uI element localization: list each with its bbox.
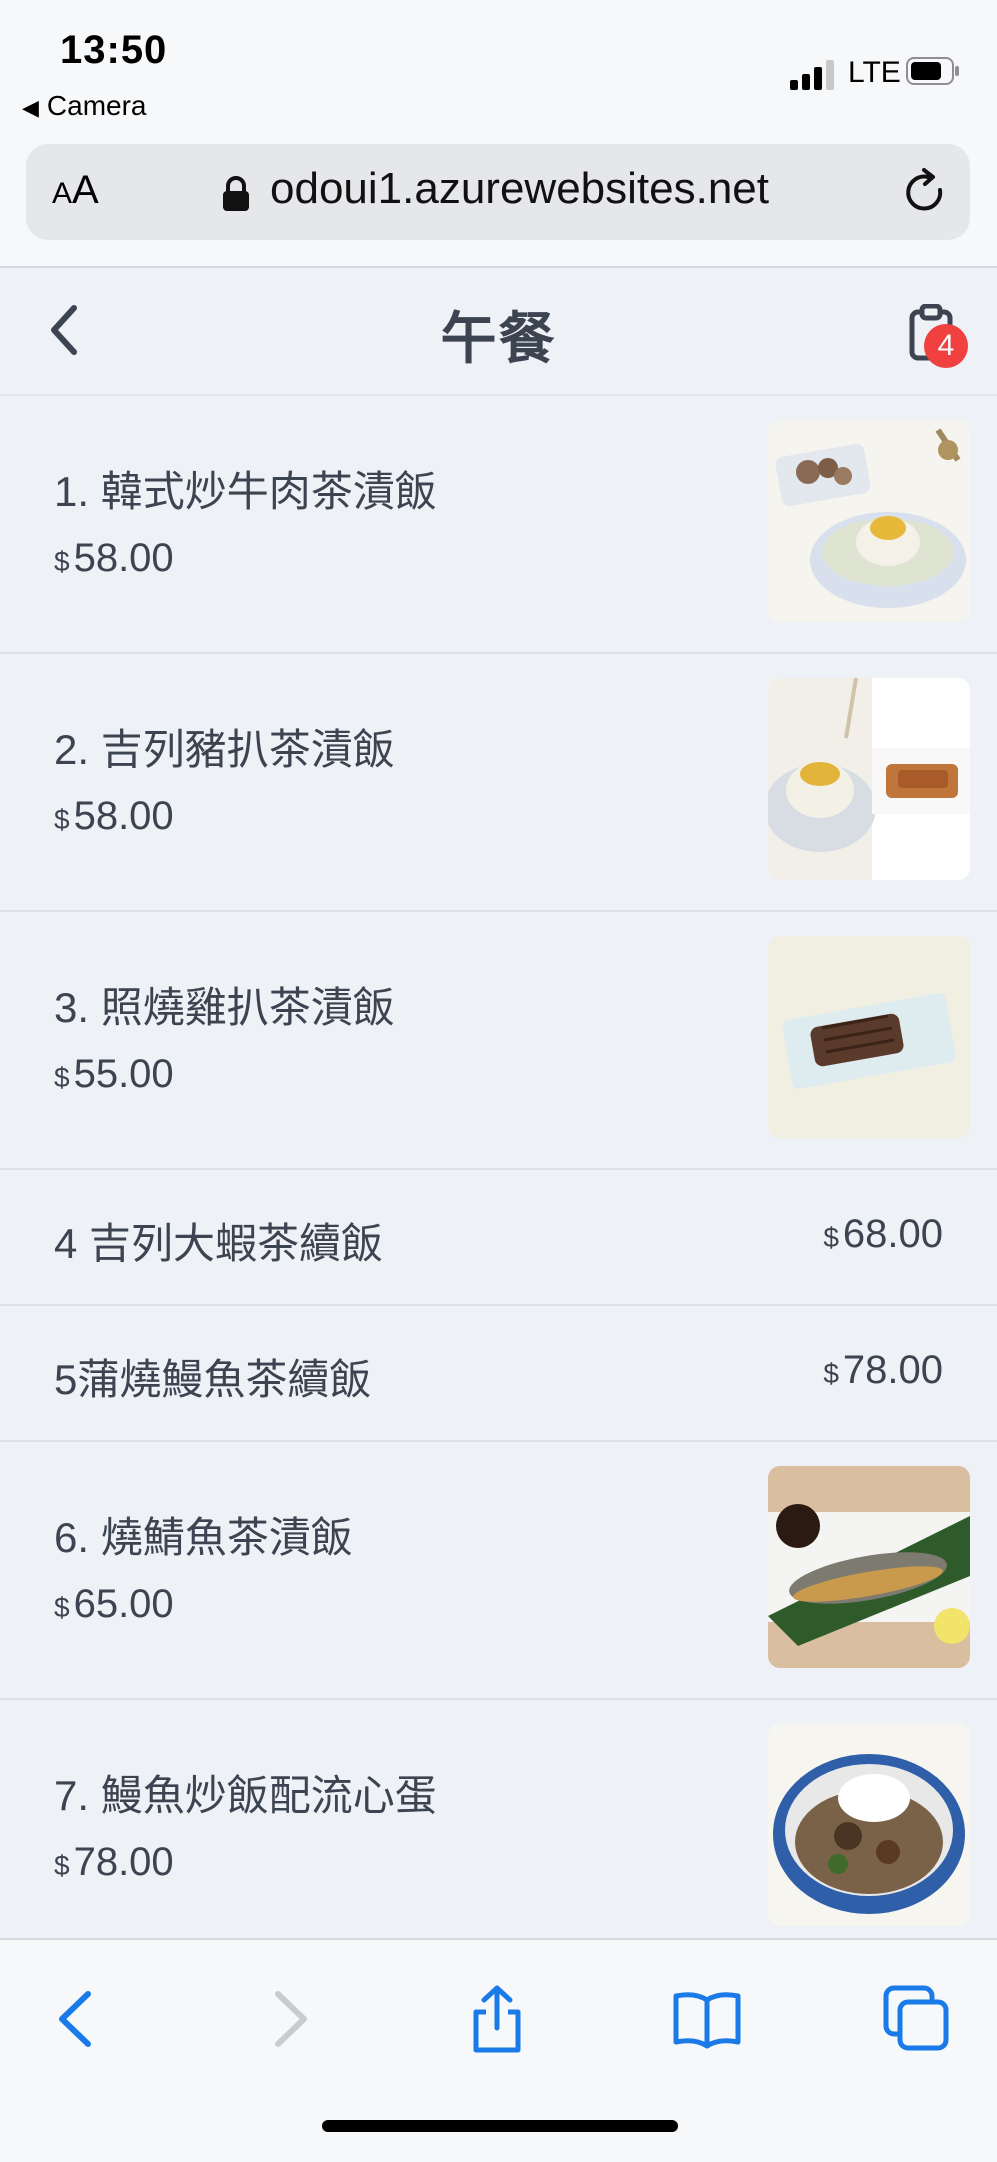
- menu-list: 1. 韓式炒牛肉茶漬飯 $58.00 2. 吉列豬扒茶漬飯 $58.00 3. …: [0, 396, 997, 1956]
- item-photo[interactable]: [768, 936, 970, 1138]
- text-size-button[interactable]: AA: [52, 168, 99, 213]
- url-text: odoui1.azurewebsites.net: [270, 164, 769, 213]
- browser-forward-icon[interactable]: [254, 1984, 324, 2054]
- item-price: $55.00: [54, 1052, 174, 1096]
- item-price: $58.00: [54, 794, 174, 838]
- item-name: 6. 燒鯖魚茶漬飯: [54, 1514, 353, 1561]
- item-price: $78.00: [54, 1840, 174, 1884]
- tabs-icon[interactable]: [882, 1984, 952, 2054]
- menu-item[interactable]: 6. 燒鯖魚茶漬飯 $65.00: [0, 1442, 997, 1700]
- item-photo[interactable]: [768, 1466, 970, 1668]
- item-photo[interactable]: [768, 1724, 970, 1926]
- bookmarks-icon[interactable]: [672, 1984, 742, 2054]
- cart-count-badge: 4: [924, 324, 968, 368]
- back-triangle-icon: ◀: [22, 95, 39, 120]
- menu-item[interactable]: 4 吉列大蝦茶續飯 $68.00: [0, 1170, 997, 1306]
- item-name: 2. 吉列豬扒茶漬飯: [54, 726, 395, 773]
- back-to-app-link[interactable]: ◀ Camera: [22, 90, 147, 122]
- status-time: 13:50: [60, 28, 168, 72]
- back-app-label: Camera: [46, 90, 147, 121]
- item-price: $78.00: [823, 1348, 943, 1392]
- item-price: $58.00: [54, 536, 174, 580]
- url-field[interactable]: AA odoui1.azurewebsites.net: [26, 144, 970, 240]
- browser-back-icon[interactable]: [42, 1984, 112, 2054]
- item-name: 3. 照燒雞扒茶漬飯: [54, 984, 395, 1031]
- status-bar: 13:50 ◀ Camera LTE: [0, 0, 997, 140]
- item-name: 7. 鰻魚炒飯配流心蛋: [54, 1772, 437, 1819]
- menu-item[interactable]: 1. 韓式炒牛肉茶漬飯 $58.00: [0, 396, 997, 654]
- item-price: $68.00: [823, 1212, 943, 1256]
- reload-icon[interactable]: [900, 168, 950, 218]
- item-price: $65.00: [54, 1582, 174, 1626]
- menu-item[interactable]: 2. 吉列豬扒茶漬飯 $58.00: [0, 654, 997, 912]
- browser-address-bar: AA odoui1.azurewebsites.net: [0, 140, 997, 268]
- item-name: 5蒲燒鰻魚茶續飯: [54, 1356, 372, 1403]
- share-icon[interactable]: [462, 1984, 532, 2054]
- menu-item[interactable]: 7. 鰻魚炒飯配流心蛋 $78.00: [0, 1700, 997, 1956]
- page-title: 午餐: [440, 307, 557, 370]
- signal-icon: [790, 60, 834, 90]
- item-photo[interactable]: [768, 678, 970, 880]
- page-header: 午餐 4: [0, 268, 997, 396]
- home-indicator[interactable]: [322, 2120, 678, 2132]
- network-label: LTE: [848, 56, 901, 89]
- menu-item[interactable]: 5蒲燒鰻魚茶續飯 $78.00: [0, 1306, 997, 1442]
- item-name: 1. 韓式炒牛肉茶漬飯: [54, 468, 437, 515]
- item-name: 4 吉列大蝦茶續飯: [54, 1220, 384, 1267]
- battery-icon: [906, 57, 959, 85]
- menu-item[interactable]: 3. 照燒雞扒茶漬飯 $55.00: [0, 912, 997, 1170]
- item-photo[interactable]: [768, 420, 970, 622]
- lock-icon: [223, 176, 249, 211]
